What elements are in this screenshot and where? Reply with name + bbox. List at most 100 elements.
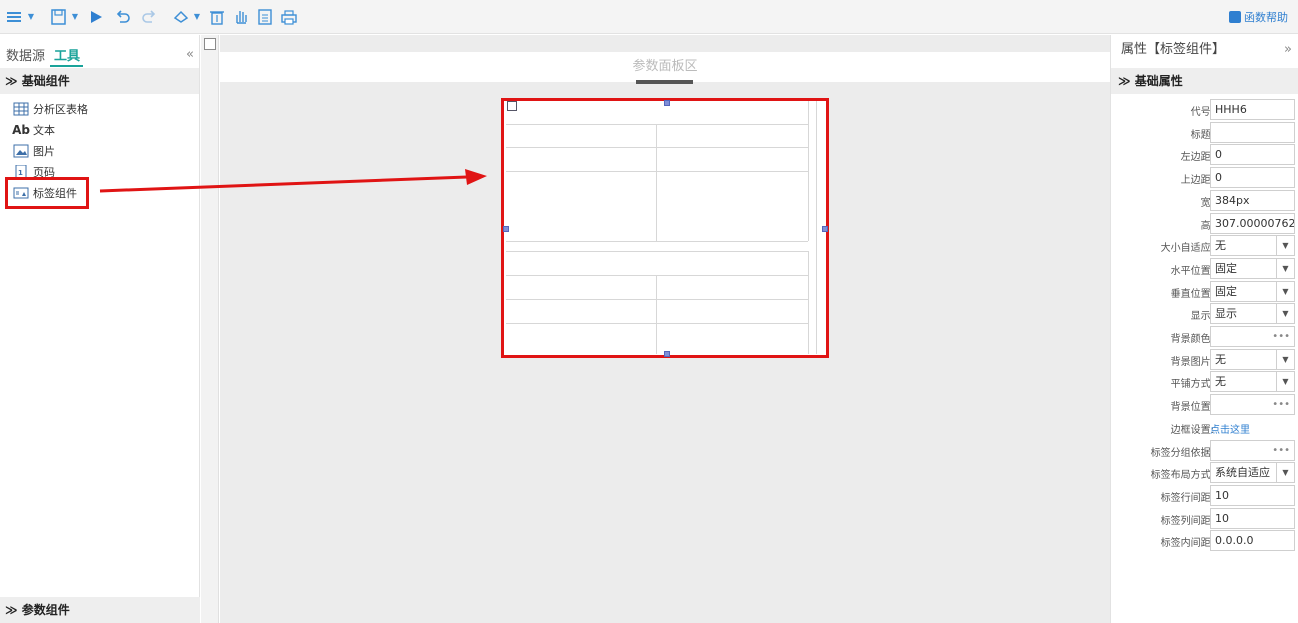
property-label: 边框设置: (1170, 424, 1214, 436)
chevron-down-icon[interactable]: ▼ (1276, 281, 1294, 301)
save-icon[interactable] (50, 7, 70, 27)
resize-handle-right[interactable] (822, 226, 828, 232)
property-label: 左边距: (1180, 152, 1214, 164)
more-options-icon[interactable]: ••• (1272, 395, 1290, 414)
resize-handle-bottom[interactable] (664, 351, 670, 357)
property-row: 背景图片: 无 ▼ (1111, 348, 1298, 370)
function-help-label: 函数帮助 (1244, 11, 1288, 24)
component-label: 分析区表格 (33, 102, 88, 116)
border-settings-link[interactable]: 点击这里 (1210, 421, 1250, 436)
chevron-down-icon[interactable]: ▼ (1276, 349, 1294, 369)
property-label: 大小自适应: (1160, 243, 1214, 255)
property-row: 标签分组依据: ••• (1111, 439, 1298, 461)
brush-dropdown-icon[interactable]: ▼ (192, 7, 202, 27)
property-input[interactable]: 0 (1210, 167, 1295, 189)
tag-component-placeholder[interactable] (501, 98, 829, 358)
property-select[interactable]: 无 ▼ (1210, 371, 1295, 393)
resize-handle-top[interactable] (664, 100, 670, 106)
help-icon (1229, 11, 1241, 23)
property-select[interactable]: 系统自适应 ▼ (1210, 462, 1295, 484)
component-item-table[interactable]: 分析区表格 (0, 98, 199, 119)
grid-line (506, 275, 808, 276)
property-select[interactable]: 显示 ▼ (1210, 303, 1295, 325)
tab-datasource[interactable]: 数据源 (6, 45, 45, 64)
grid-line (808, 251, 809, 354)
grid-line (506, 124, 808, 125)
property-input[interactable]: 0.0.0.0 (1210, 530, 1295, 552)
property-picker[interactable]: ••• (1210, 439, 1295, 461)
grid-line (506, 171, 808, 172)
property-select[interactable]: 无 ▼ (1210, 348, 1295, 370)
section-basic-properties[interactable]: ≫ 基础属性 (1111, 68, 1298, 94)
section-basic-components[interactable]: ≫ 基础组件 (0, 68, 199, 94)
property-picker[interactable]: ••• (1210, 394, 1295, 416)
grid-toggle-icon[interactable] (204, 38, 216, 50)
parameter-panel-area[interactable]: 参数面板区 (220, 52, 1110, 82)
more-options-icon[interactable]: ••• (1272, 441, 1290, 460)
document-icon[interactable] (256, 7, 276, 27)
property-row: 代号: HHH6 (1111, 99, 1298, 120)
property-input[interactable]: 10 (1210, 507, 1295, 529)
redo-icon[interactable] (140, 7, 160, 27)
parameter-panel-toggle[interactable] (636, 80, 693, 84)
chevron-down-icon: ≫ (5, 74, 18, 88)
property-label: 背景图片: (1170, 356, 1214, 368)
toolbar: ▼ ▼ ▼ 函数帮助 (0, 0, 1298, 34)
property-label: 上边距: (1180, 175, 1214, 187)
property-input[interactable]: 0 (1210, 144, 1295, 166)
tab-tools[interactable]: 工具 (54, 45, 80, 64)
resize-handle-left[interactable] (503, 226, 509, 232)
design-canvas[interactable]: 参数面板区 (220, 35, 1110, 623)
component-item-image[interactable]: 图片 (0, 140, 199, 161)
delete-icon[interactable] (208, 7, 228, 27)
chevron-down-icon: ≫ (1118, 74, 1131, 88)
property-value: 无 (1215, 352, 1226, 366)
property-row: 背景位置: ••• (1111, 394, 1298, 416)
save-dropdown-icon[interactable]: ▼ (70, 7, 80, 27)
section-basic-properties-label: 基础属性 (1134, 74, 1183, 88)
property-value: 0 (1215, 171, 1222, 185)
chevron-down-icon[interactable]: ▼ (1276, 372, 1294, 392)
image-icon (13, 144, 29, 158)
property-panel: 属性【标签组件】 » ≫ 基础属性 代号: HHH6 标题: 左边距: 0 上边距: 0 宽:… (1110, 35, 1298, 623)
property-picker[interactable]: ••• (1210, 326, 1295, 347)
chevron-down-icon[interactable]: ▼ (1276, 304, 1294, 324)
property-select[interactable]: 固定 ▼ (1210, 257, 1295, 279)
property-row: 平铺方式: 无 ▼ (1111, 371, 1298, 393)
brush-icon[interactable] (172, 7, 192, 27)
grid-line (506, 251, 808, 252)
property-row: 垂直位置: 固定 ▼ (1111, 280, 1298, 302)
grid-line (656, 124, 657, 241)
text-icon: Ab (12, 122, 30, 137)
property-value: 0.0.0.0 (1215, 534, 1254, 548)
property-label: 水平位置: (1170, 265, 1214, 277)
grid-line (506, 323, 808, 324)
property-input[interactable] (1210, 121, 1295, 143)
hand-icon[interactable] (232, 7, 252, 27)
printer-icon[interactable] (280, 7, 300, 27)
property-input[interactable]: 384px (1210, 189, 1295, 211)
more-options-icon[interactable]: ••• (1272, 327, 1290, 346)
property-input[interactable]: 307.0000076293 (1210, 212, 1295, 234)
drag-arrow (99, 169, 487, 193)
menu-dropdown-icon[interactable]: ▼ (26, 7, 36, 27)
property-select[interactable]: 无 ▼ (1210, 235, 1295, 257)
property-select[interactable]: 固定 ▼ (1210, 280, 1295, 302)
property-input[interactable]: HHH6 (1210, 99, 1295, 120)
section-param-components[interactable]: ≫ 参数组件 (0, 597, 200, 623)
undo-icon[interactable] (114, 7, 134, 27)
component-item-text[interactable]: Ab 文本 (0, 119, 199, 140)
chevron-down-icon[interactable]: ▼ (1276, 258, 1294, 278)
property-input[interactable]: 10 (1210, 484, 1295, 506)
menu-icon[interactable] (6, 7, 26, 27)
table-icon (13, 102, 29, 116)
chevron-down-icon[interactable]: ▼ (1276, 463, 1294, 483)
function-help-button[interactable]: 函数帮助 (1229, 9, 1288, 25)
property-value: 固定 (1215, 284, 1237, 298)
collapse-right-icon[interactable]: » (1284, 35, 1292, 65)
svg-text:1: 1 (18, 169, 23, 177)
move-handle-icon[interactable] (507, 101, 517, 111)
play-icon[interactable] (88, 7, 106, 27)
collapse-left-icon[interactable]: « (186, 47, 194, 62)
chevron-down-icon[interactable]: ▼ (1276, 236, 1294, 256)
